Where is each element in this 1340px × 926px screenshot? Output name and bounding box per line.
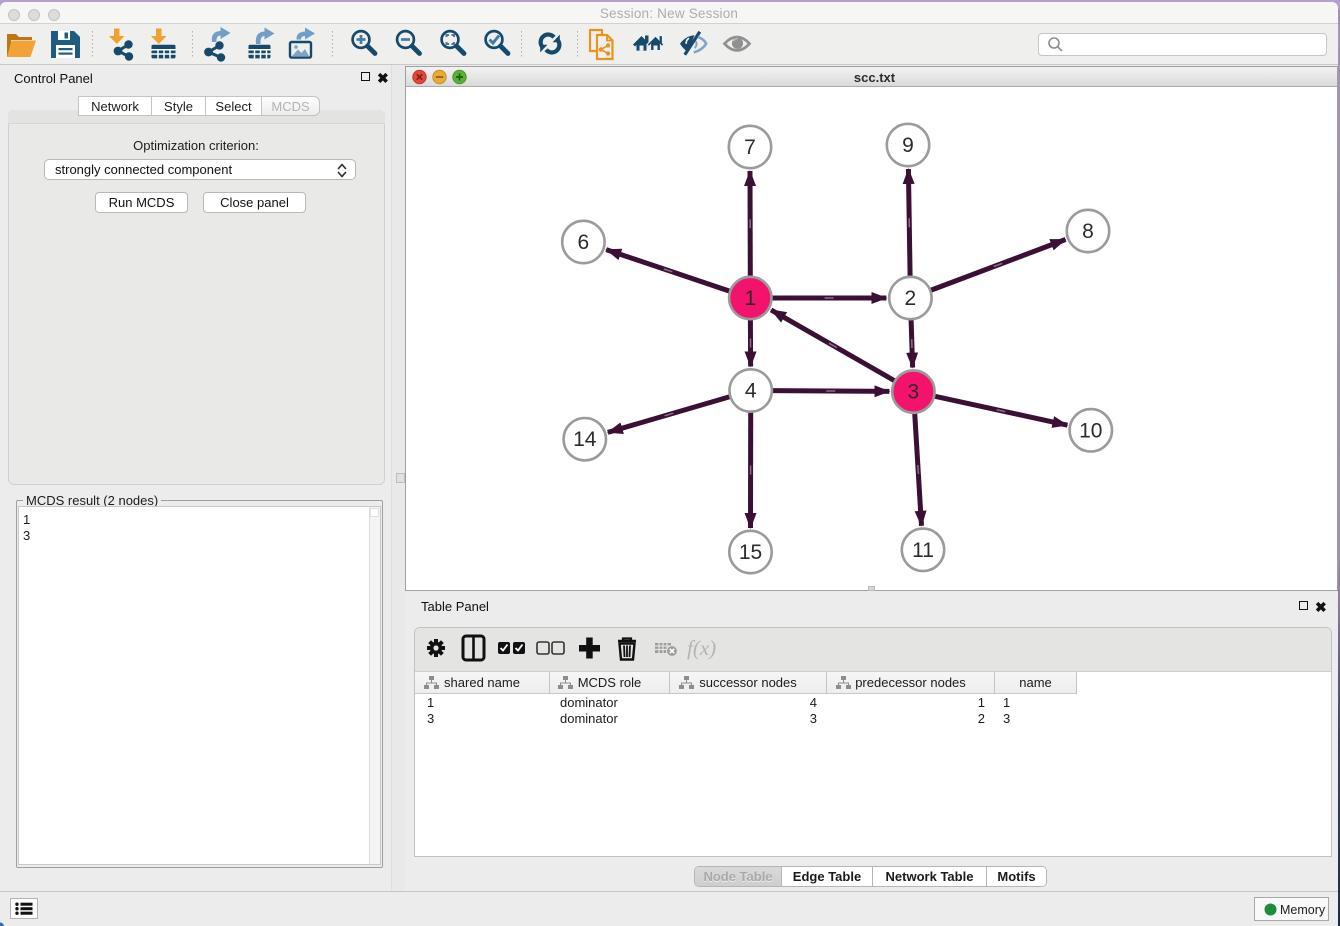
svg-text:6: 6	[578, 231, 590, 254]
svg-text:15: 15	[739, 541, 762, 564]
svg-text:10: 10	[1079, 419, 1102, 442]
svg-text:7: 7	[744, 136, 756, 159]
svg-text:8: 8	[1082, 220, 1094, 243]
svg-text:1: 1	[744, 287, 756, 310]
svg-text:14: 14	[573, 428, 597, 451]
svg-text:f(x): f(x)	[687, 636, 716, 660]
svg-text:11: 11	[912, 539, 934, 562]
svg-text:4: 4	[745, 380, 757, 403]
svg-text:9: 9	[902, 134, 914, 157]
svg-text:2: 2	[905, 287, 917, 310]
svg-text:3: 3	[908, 381, 920, 404]
